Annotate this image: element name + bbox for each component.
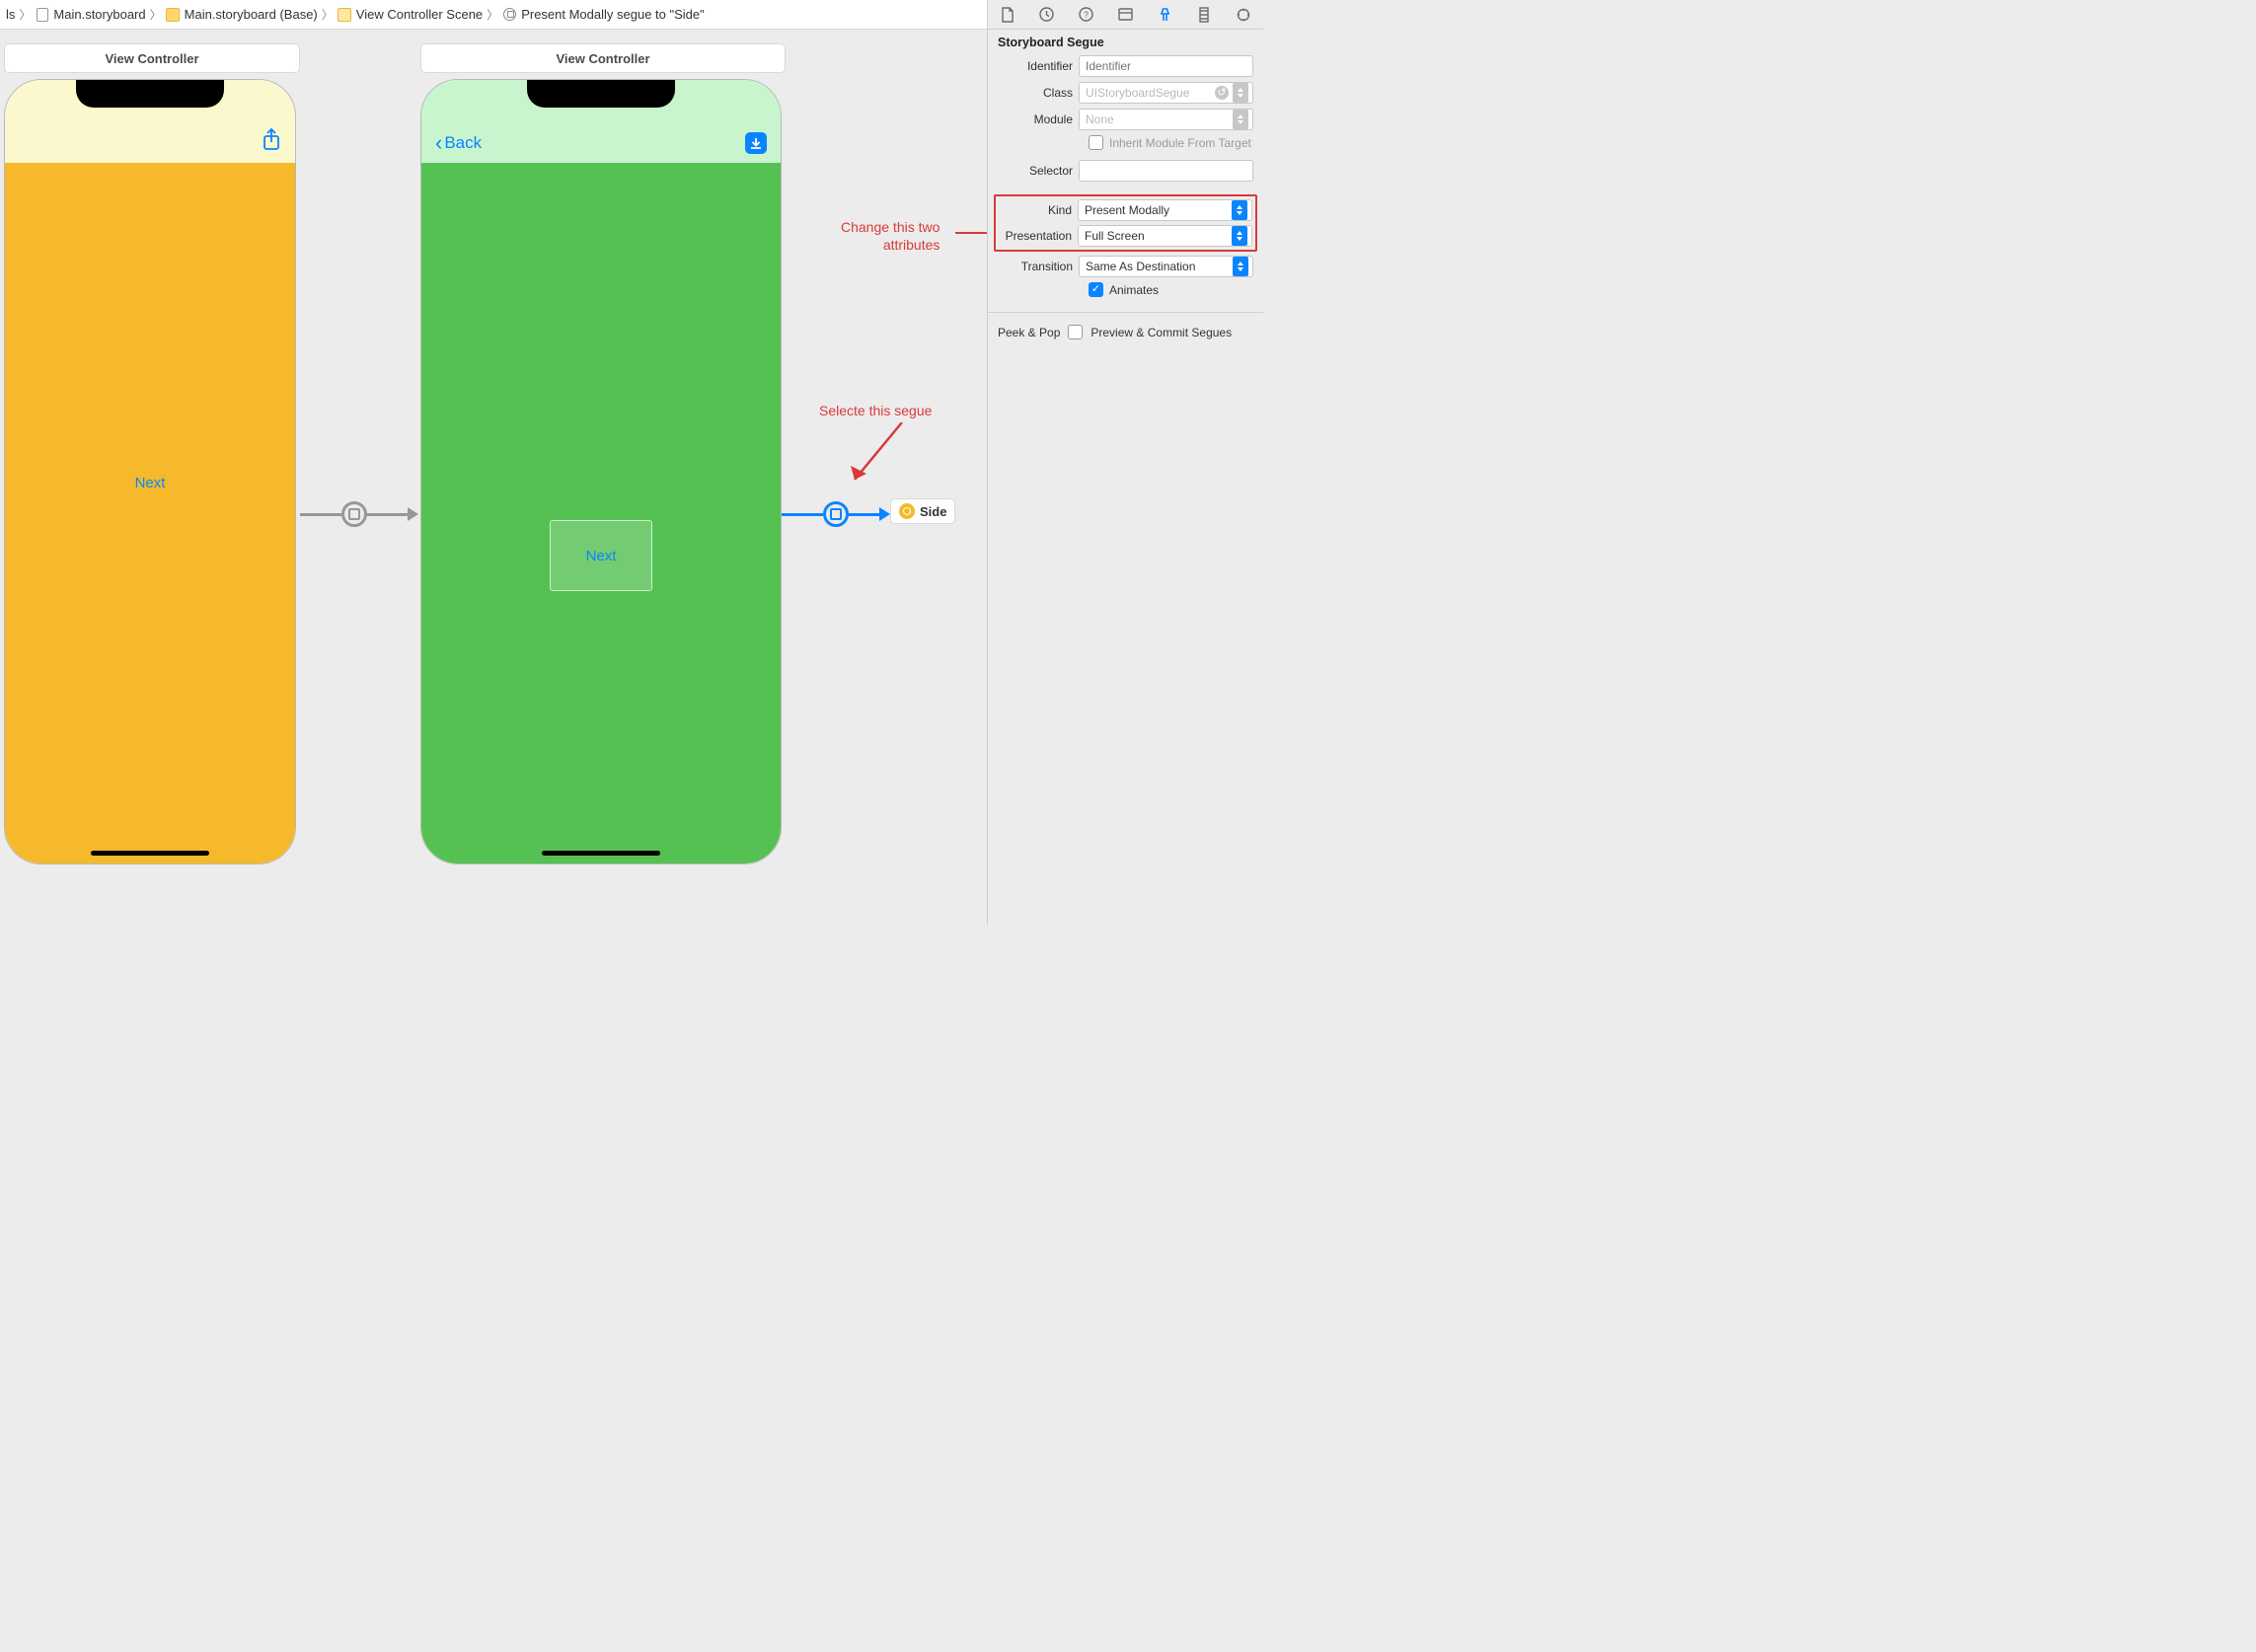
transition-label: Transition xyxy=(998,260,1073,273)
back-label: Back xyxy=(444,133,482,153)
presentation-value: Full Screen xyxy=(1085,229,1145,243)
crumb-segue[interactable]: Present Modally segue to "Side" xyxy=(502,7,705,22)
storyboard-ref-icon xyxy=(899,503,915,519)
crumb-base[interactable]: Main.storyboard (Base) xyxy=(166,7,318,22)
inspector-tabs: ? xyxy=(988,0,1263,30)
crumb-segue-label: Present Modally segue to "Side" xyxy=(521,7,705,22)
crumb-scene-label: View Controller Scene xyxy=(356,7,483,22)
container-view[interactable]: Next xyxy=(550,520,652,591)
segue-arrow-1[interactable] xyxy=(300,499,418,529)
home-indicator-icon xyxy=(542,851,660,856)
next-button-1[interactable]: Next xyxy=(135,475,166,491)
vc2-title: View Controller xyxy=(556,51,649,66)
kind-label: Kind xyxy=(999,203,1072,217)
storyboard-base-icon xyxy=(166,7,181,22)
identity-inspector-tab-icon[interactable] xyxy=(1115,5,1135,25)
crumb-scene[interactable]: View Controller Scene xyxy=(338,7,483,22)
selector-label: Selector xyxy=(998,164,1073,178)
crumb-sep-icon: 〉 xyxy=(322,6,334,23)
help-inspector-tab-icon[interactable]: ? xyxy=(1077,5,1096,25)
notch-icon xyxy=(527,80,675,108)
crumb-sep-icon: 〉 xyxy=(150,6,162,23)
crumb-sep-icon: 〉 xyxy=(19,6,31,23)
crumb-file-label: Main.storyboard xyxy=(53,7,145,22)
view-controller-1[interactable]: View Controller Next xyxy=(4,43,300,864)
home-indicator-icon xyxy=(91,851,209,856)
next-button-2[interactable]: Next xyxy=(586,548,617,564)
annotation-arrow-icon xyxy=(845,422,914,491)
segue-present-icon xyxy=(823,501,849,527)
annotation-arrow-icon xyxy=(955,226,987,240)
divider xyxy=(988,312,1263,313)
annotation-attributes: Change this two attributes xyxy=(841,219,940,254)
crumb-base-label: Main.storyboard (Base) xyxy=(185,7,318,22)
svg-text:?: ? xyxy=(1084,10,1089,20)
scene-icon xyxy=(338,7,352,22)
reset-icon[interactable]: ↺ xyxy=(1215,86,1229,100)
crumb-trunc[interactable]: ls xyxy=(6,7,15,22)
size-inspector-tab-icon[interactable] xyxy=(1194,5,1214,25)
inherit-module-checkbox[interactable] xyxy=(1089,135,1103,150)
segue-icon xyxy=(502,7,517,22)
class-select[interactable]: UIStoryboardSegue ↺ xyxy=(1079,82,1253,104)
view-controller-2[interactable]: View Controller ‹ Back xyxy=(420,43,786,864)
stepper-icon[interactable] xyxy=(1233,110,1248,129)
vc1-title-bar[interactable]: View Controller xyxy=(4,43,300,73)
crumb-trunc-text: ls xyxy=(6,7,15,22)
animates-label: Animates xyxy=(1109,283,1159,297)
identifier-input[interactable] xyxy=(1079,55,1253,77)
stepper-icon[interactable] xyxy=(1233,83,1248,103)
phone-frame-2: ‹ Back Next xyxy=(420,79,782,864)
back-button[interactable]: ‹ Back xyxy=(435,132,482,154)
breadcrumb: ls 〉 Main.storyboard 〉 Main.storyboard (… xyxy=(6,6,1123,23)
kind-select[interactable]: Present Modally xyxy=(1078,199,1252,221)
download-icon[interactable] xyxy=(745,132,767,154)
identifier-label: Identifier xyxy=(998,59,1073,73)
animates-checkbox[interactable] xyxy=(1089,282,1103,297)
presentation-label: Presentation xyxy=(999,229,1072,243)
peek-pop-checkbox[interactable] xyxy=(1068,325,1083,339)
kind-value: Present Modally xyxy=(1085,203,1169,217)
selector-input[interactable] xyxy=(1079,160,1253,182)
phone-frame-1: Next xyxy=(4,79,296,864)
vc1-title: View Controller xyxy=(105,51,198,66)
file-inspector-tab-icon[interactable] xyxy=(998,5,1017,25)
notch-icon xyxy=(76,80,224,108)
crumb-file[interactable]: Main.storyboard xyxy=(35,7,145,22)
transition-select[interactable]: Same As Destination xyxy=(1079,256,1253,277)
side-ref-label: Side xyxy=(920,504,946,519)
segue-present-icon xyxy=(341,501,367,527)
presentation-select[interactable]: Full Screen xyxy=(1078,225,1252,247)
share-icon[interactable] xyxy=(262,128,281,158)
connections-inspector-tab-icon[interactable] xyxy=(1234,5,1253,25)
storyboard-canvas[interactable]: View Controller Next V xyxy=(0,30,987,925)
class-label: Class xyxy=(998,86,1073,100)
crumb-sep-icon: 〉 xyxy=(487,6,498,23)
history-inspector-tab-icon[interactable] xyxy=(1037,5,1057,25)
transition-value: Same As Destination xyxy=(1086,260,1195,273)
class-value: UIStoryboardSegue xyxy=(1086,86,1189,100)
storyboard-file-icon xyxy=(35,7,49,22)
attributes-inspector-tab-icon[interactable] xyxy=(1155,5,1174,25)
inspector-panel: ? Storyboard Segue Identifier Class UISt… xyxy=(987,0,1263,925)
vc2-title-bar[interactable]: View Controller xyxy=(420,43,786,73)
annotation-segue: Selecte this segue xyxy=(819,403,932,418)
inherit-label: Inherit Module From Target xyxy=(1109,136,1251,150)
segue-arrow-selected[interactable] xyxy=(782,499,890,529)
stepper-icon[interactable] xyxy=(1232,226,1247,246)
module-label: Module xyxy=(998,113,1073,126)
peek-pop-value: Preview & Commit Segues xyxy=(1090,326,1232,339)
chevron-left-icon: ‹ xyxy=(435,132,442,154)
stepper-icon[interactable] xyxy=(1232,200,1247,220)
section-title: Storyboard Segue xyxy=(988,30,1263,53)
module-select[interactable]: None xyxy=(1079,109,1253,130)
stepper-icon[interactable] xyxy=(1233,257,1248,276)
module-value: None xyxy=(1086,113,1114,126)
highlighted-attributes: Kind Present Modally Presentation Full S… xyxy=(994,194,1257,252)
peek-pop-label: Peek & Pop xyxy=(998,326,1060,339)
storyboard-reference-side[interactable]: Side xyxy=(890,498,955,524)
